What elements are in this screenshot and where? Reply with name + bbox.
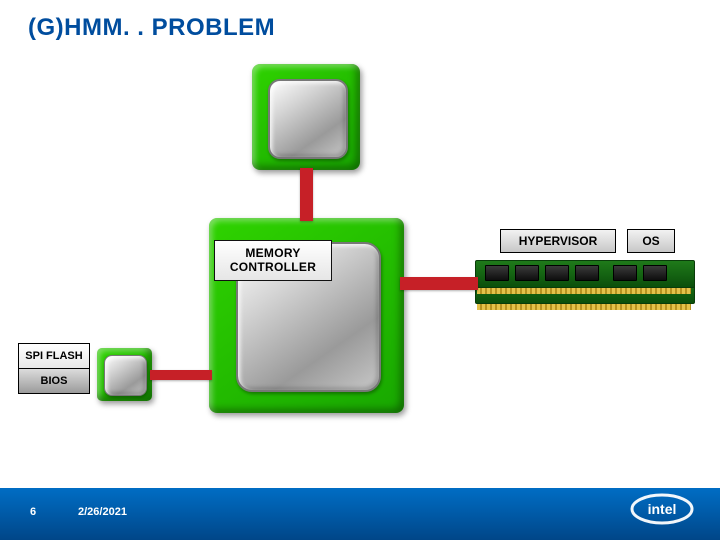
ram-modules <box>475 254 693 310</box>
os-label: OS <box>627 229 675 253</box>
processor-small-die <box>268 79 348 159</box>
bios-label: BIOS <box>18 368 90 394</box>
spi-flash-label: SPI FLASH <box>18 343 90 369</box>
spi-flash-die <box>104 355 147 396</box>
bus-cpu-to-chipset <box>300 168 313 221</box>
slide-number: 6 <box>30 506 36 518</box>
memory-controller-label-line1: MEMORY <box>219 246 327 260</box>
ram-module-front <box>475 260 693 294</box>
dram-chip <box>515 265 539 281</box>
intel-logo: intel <box>630 489 694 534</box>
bus-chipset-to-ram <box>400 277 478 290</box>
spi-flash-label-block: SPI FLASH BIOS <box>18 343 90 394</box>
dram-chip <box>643 265 667 281</box>
dram-chip <box>613 265 637 281</box>
hypervisor-label: HYPERVISOR <box>500 229 616 253</box>
slide-date: 2/26/2021 <box>78 506 127 518</box>
dram-chip <box>545 265 569 281</box>
dram-chip <box>485 265 509 281</box>
ram-contacts <box>477 288 691 294</box>
ram-contacts <box>477 304 691 310</box>
intel-logo-text: intel <box>648 501 677 517</box>
dram-chip <box>575 265 599 281</box>
memory-controller-label-line2: CONTROLLER <box>219 260 327 274</box>
slide-title: (G)HMM. . PROBLEM <box>28 14 275 42</box>
bus-spi-to-chipset <box>150 370 212 380</box>
memory-controller-label: MEMORY CONTROLLER <box>214 240 332 281</box>
